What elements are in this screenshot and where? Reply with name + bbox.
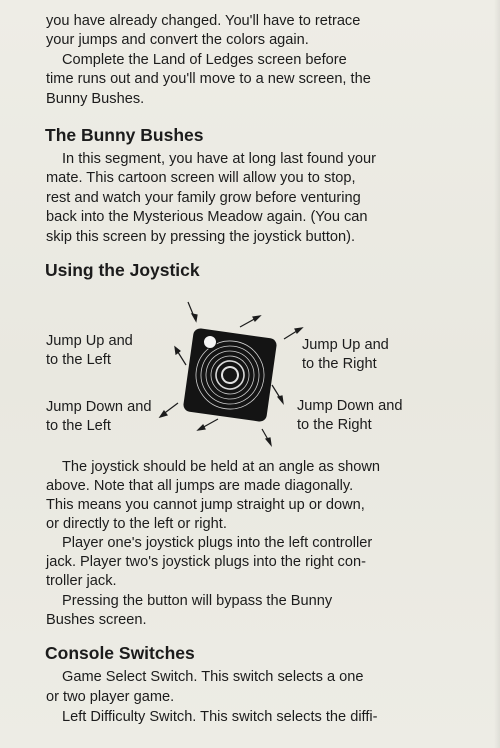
joystick-line-6: jack. Player two's joystick plugs into t… <box>46 554 366 570</box>
bunny-line-3: rest and watch your family grow before v… <box>46 190 361 206</box>
joystick-line-2: above. Note that all jumps are made diag… <box>46 478 354 494</box>
joystick-line-5: Player one's joystick plugs into the lef… <box>46 534 446 553</box>
joystick-base <box>183 328 277 422</box>
label-up-left-1: Jump Up and <box>46 333 133 349</box>
bunny-line-1-text: In this segment, you have at long last f… <box>62 151 376 167</box>
console-line-3: Left Difficulty Switch. This switch sele… <box>46 708 446 727</box>
bunny-line-2: mate. This cartoon screen will allow you… <box>46 170 356 186</box>
joystick-line-1: The joystick should be held at an angle … <box>46 458 446 477</box>
label-up-right-2: to the Right <box>302 356 377 372</box>
joystick-line-3: This means you cannot jump straight up o… <box>46 497 365 513</box>
joystick-line-4: or directly to the left or right. <box>46 516 227 532</box>
joystick-line-1-text: The joystick should be held at an angle … <box>62 459 381 475</box>
bunny-line-1: In this segment, you have at long last f… <box>46 150 446 169</box>
console-line-1: Game Select Switch. This switch selects … <box>46 668 446 687</box>
bunny-line-4: back into the Mysterious Meadow again. (… <box>46 209 368 225</box>
label-up-right-1: Jump Up and <box>302 337 389 353</box>
joystick-line-5-text: Player one's joystick plugs into the lef… <box>62 535 373 551</box>
joystick-diagram <box>158 301 304 448</box>
joystick-line-8: Pressing the button will bypass the Bunn… <box>46 592 446 611</box>
intro-line-3: Complete the Land of Ledges screen befor… <box>46 51 446 70</box>
intro-line-4: time runs out and you'll move to a new s… <box>46 71 371 87</box>
heading-bunny-bushes: The Bunny Bushes <box>45 125 204 145</box>
label-down-left-1: Jump Down and <box>46 399 152 415</box>
console-line-3-text: Left Difficulty Switch. This switch sele… <box>62 709 378 725</box>
label-up-left-2: to the Left <box>46 352 111 368</box>
page-edge-shadow <box>494 0 500 748</box>
bunny-line-5: skip this screen by pressing the joystic… <box>46 229 356 245</box>
label-down-right-1: Jump Down and <box>297 398 403 414</box>
heading-using-joystick: Using the Joystick <box>45 260 200 280</box>
joystick-line-8-text: Pressing the button will bypass the Bunn… <box>62 593 333 609</box>
fire-button-icon <box>203 335 217 349</box>
joystick-line-7: troller jack. <box>46 573 117 589</box>
intro-line-5: Bunny Bushes. <box>46 91 145 107</box>
manual-page: you have already changed. You'll have to… <box>0 0 500 748</box>
joystick-line-9: Bushes screen. <box>46 612 147 628</box>
heading-console-switches: Console Switches <box>45 643 195 663</box>
label-down-left-2: to the Left <box>46 418 111 434</box>
intro-line-2: your jumps and convert the colors again. <box>46 32 309 48</box>
console-line-2: or two player game. <box>46 689 175 705</box>
console-line-1-text: Game Select Switch. This switch selects … <box>62 669 364 685</box>
intro-line-1: you have already changed. You'll have to… <box>46 13 361 29</box>
intro-line-3-text: Complete the Land of Ledges screen befor… <box>62 52 347 68</box>
